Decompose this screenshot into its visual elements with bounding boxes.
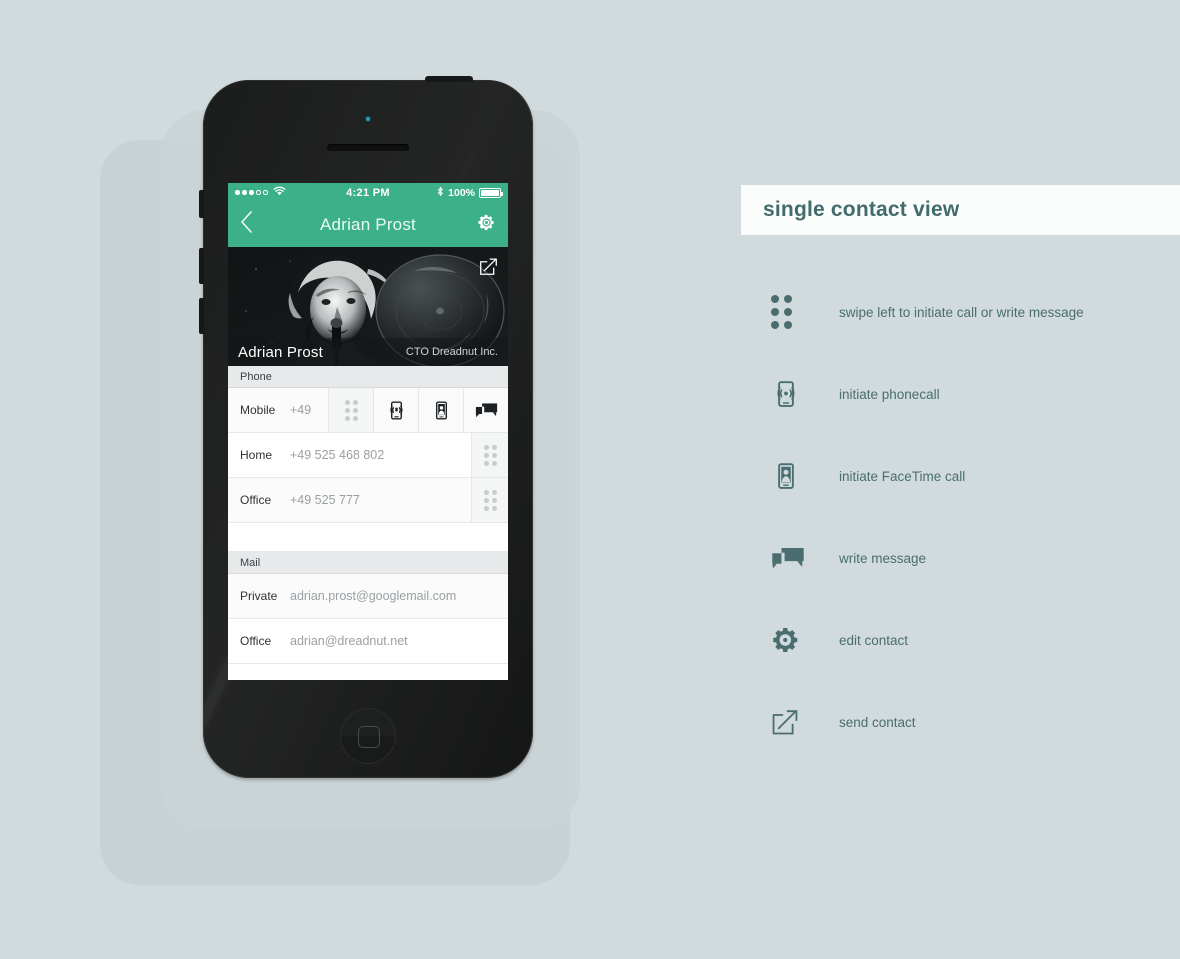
- row-label: Home: [240, 448, 273, 462]
- legend-item-facetime: initiate FaceTime call: [741, 435, 1180, 517]
- grip-handle-icon[interactable]: [328, 388, 373, 432]
- row-value: +49 525 777: [290, 493, 360, 507]
- legend-item-phonecall: initiate phonecall: [741, 353, 1180, 435]
- table-row[interactable]: Mobile +49: [228, 388, 508, 433]
- home-button[interactable]: [340, 708, 396, 764]
- contact-hero-photo: Adrian Prost CTO Dreadnut Inc.: [228, 247, 508, 366]
- facetime-icon[interactable]: [418, 388, 463, 432]
- swipe-action-strip: [328, 388, 508, 432]
- legend-panel: single contact view swipe left to initia…: [741, 185, 1180, 763]
- status-bar: 4:21 PM 100%: [228, 183, 508, 202]
- mute-switch[interactable]: [199, 190, 204, 218]
- page-title: Adrian Prost: [320, 214, 416, 234]
- power-button[interactable]: [425, 76, 473, 82]
- battery-percent-label: 100%: [448, 186, 475, 199]
- table-row[interactable]: Office adrian@dreadnut.net: [228, 619, 508, 664]
- contact-role: CTO Dreadnut Inc.: [405, 346, 498, 358]
- volume-up-button[interactable]: [199, 248, 204, 284]
- status-bar-right: 100%: [437, 186, 503, 200]
- legend-item-label: initiate phonecall: [839, 386, 940, 402]
- earpiece-speaker: [327, 144, 409, 151]
- send-contact-icon[interactable]: [479, 257, 498, 281]
- legend-header: single contact view: [741, 185, 1180, 235]
- section-header-phone: Phone: [228, 366, 508, 388]
- grip-handle-icon: [763, 295, 819, 329]
- message-icon: [763, 546, 819, 571]
- facetime-icon: [763, 461, 819, 491]
- grip-handle-icon[interactable]: [471, 478, 508, 522]
- row-label: Office: [240, 634, 272, 648]
- legend-item-send: send contact: [741, 681, 1180, 763]
- table-row[interactable]: Private adrian.prost@googlemail.com: [228, 574, 508, 619]
- phone-screen: 4:21 PM 100% Adrian Prost Adrian Prost C…: [228, 183, 508, 680]
- grip-handle-icon[interactable]: [471, 433, 508, 477]
- table-row[interactable]: Office +49 525 777: [228, 478, 508, 523]
- section-gap: [228, 523, 508, 552]
- section-header-mail: Mail: [228, 552, 508, 574]
- iphone-device: 4:21 PM 100% Adrian Prost Adrian Prost C…: [199, 76, 533, 778]
- phone-call-icon: [763, 379, 819, 409]
- legend-item-label: write message: [839, 550, 927, 566]
- row-label: Private: [240, 589, 278, 603]
- volume-down-button[interactable]: [199, 298, 204, 334]
- legend-item-label: initiate FaceTime call: [839, 468, 966, 484]
- message-icon[interactable]: [463, 388, 508, 432]
- bluetooth-icon: [437, 186, 444, 200]
- home-button-square-icon: [358, 726, 380, 748]
- legend-item-message: write message: [741, 517, 1180, 599]
- front-camera-icon: [365, 116, 371, 122]
- phone-call-icon[interactable]: [373, 388, 418, 432]
- contact-detail-list: Phone Mobile +49 Home +49 525 468 802 Of…: [228, 366, 508, 680]
- legend-item-edit: edit contact: [741, 599, 1180, 681]
- send-contact-icon: [763, 708, 819, 736]
- list-tail: [228, 664, 508, 680]
- gear-icon[interactable]: [477, 213, 496, 237]
- row-value: +49 525 468 802: [290, 448, 385, 462]
- contact-name: Adrian Prost: [238, 343, 323, 361]
- legend-item-label: swipe left to initiate call or write mes…: [839, 304, 1084, 320]
- battery-full-icon: [479, 187, 503, 198]
- row-value: adrian.prost@googlemail.com: [290, 589, 457, 603]
- legend-item-swipe: swipe left to initiate call or write mes…: [741, 271, 1180, 353]
- gear-icon: [763, 625, 819, 655]
- legend-item-label: edit contact: [839, 632, 909, 648]
- row-label: Office: [240, 493, 272, 507]
- row-label: Mobile: [240, 403, 276, 417]
- row-value: adrian@dreadnut.net: [290, 634, 408, 648]
- contact-caption: Adrian Prost CTO Dreadnut Inc.: [228, 338, 508, 366]
- back-button[interactable]: [240, 211, 253, 238]
- legend-item-label: send contact: [839, 714, 916, 730]
- legend-items: swipe left to initiate call or write mes…: [741, 235, 1180, 763]
- navigation-bar: Adrian Prost: [228, 202, 508, 247]
- table-row[interactable]: Home +49 525 468 802: [228, 433, 508, 478]
- legend-title: single contact view: [763, 198, 960, 221]
